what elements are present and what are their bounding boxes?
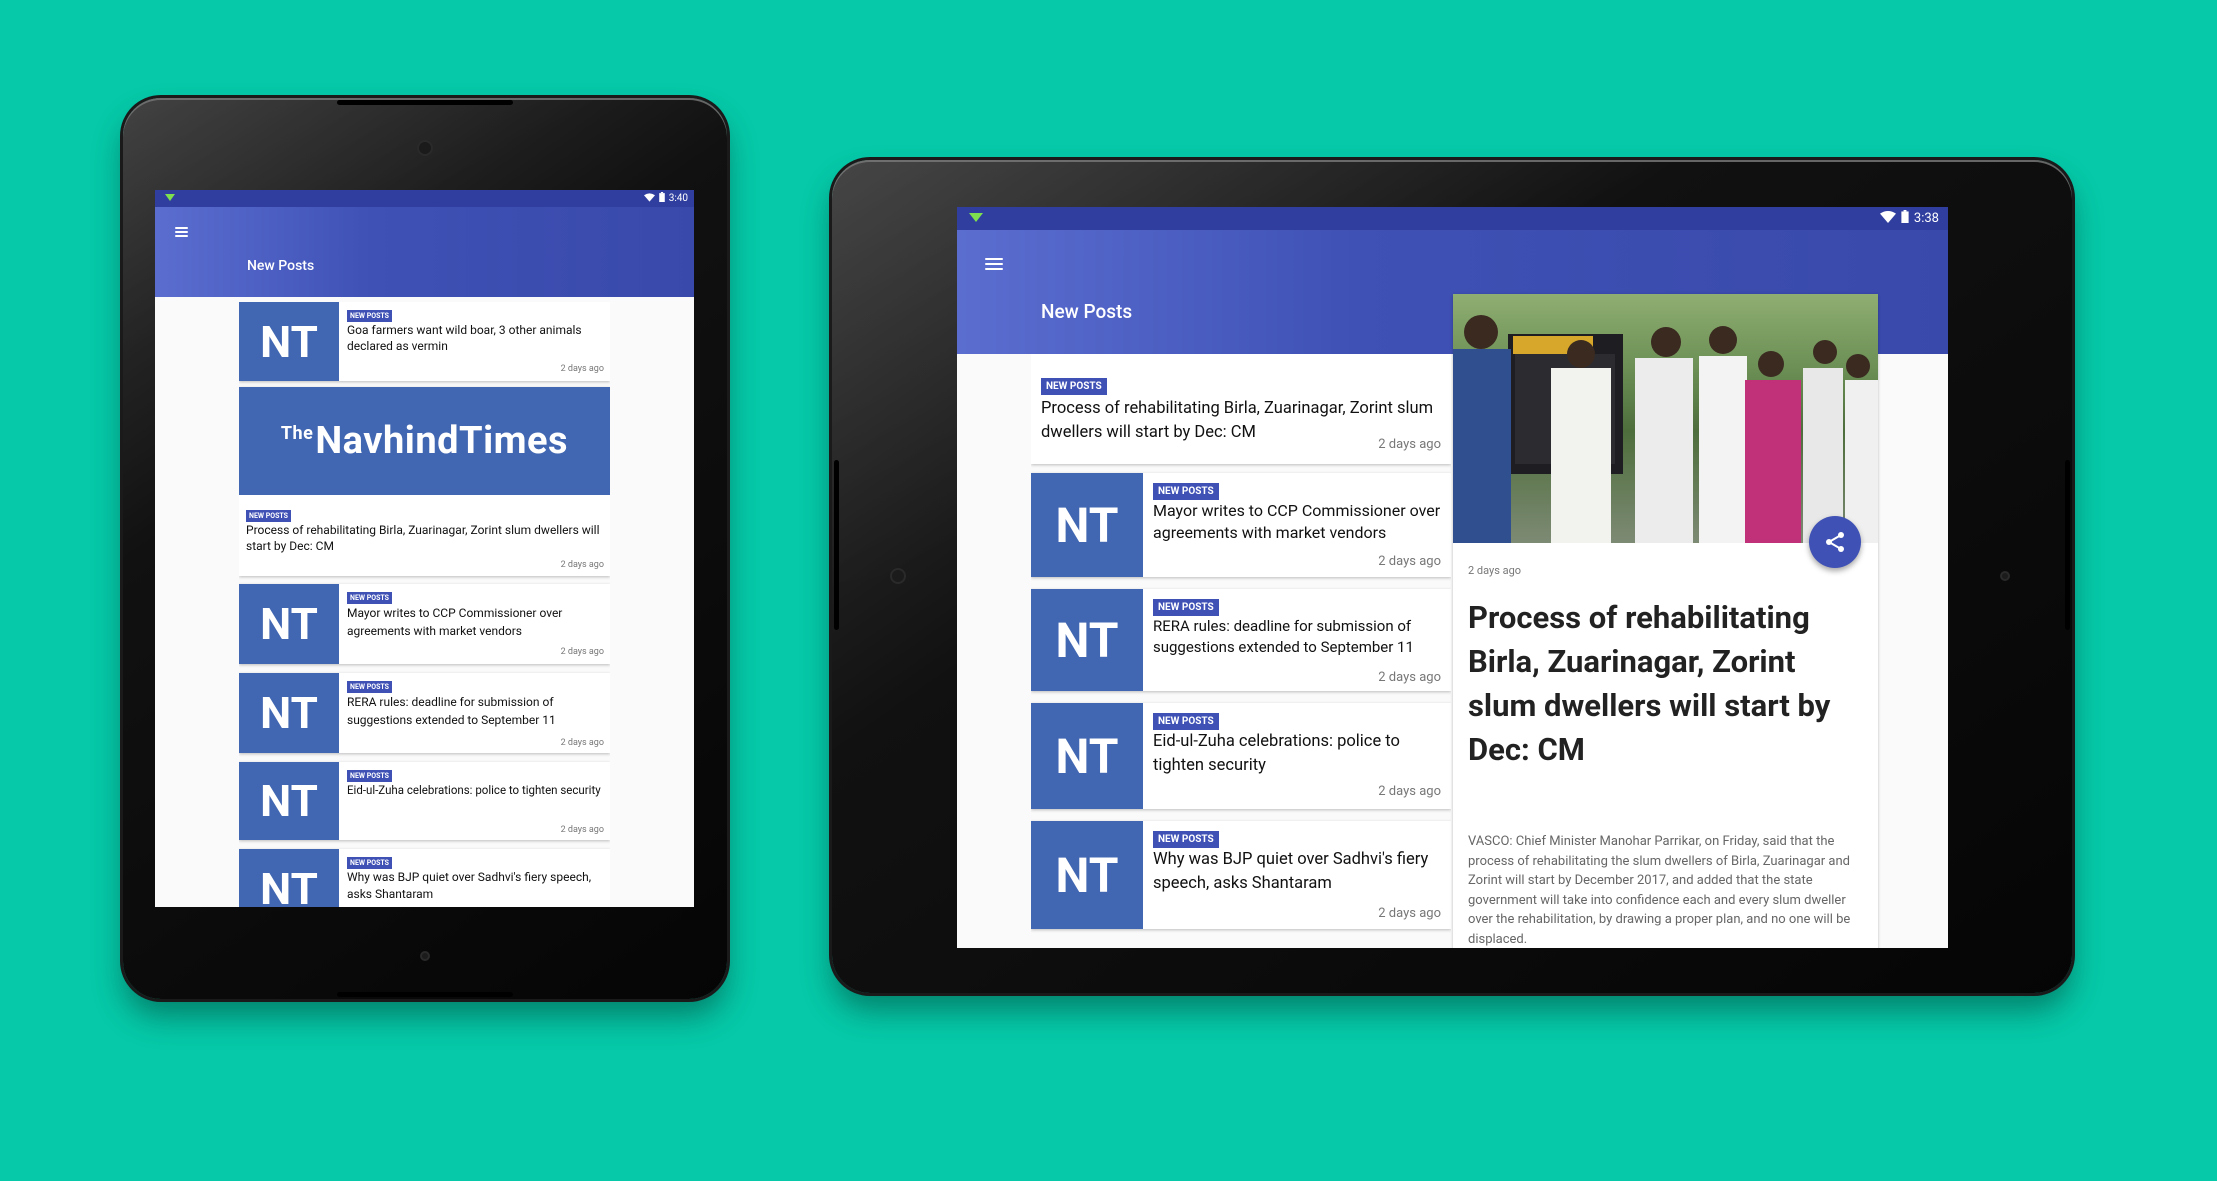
post-badge: NEW POSTS bbox=[1041, 378, 1107, 395]
post-list: NEW POSTS Process of rehabilitating Birl… bbox=[1031, 354, 1451, 948]
nt-logo: NT bbox=[239, 584, 339, 664]
navhind-times-banner: The NavhindTimes bbox=[239, 387, 610, 495]
page-title: New Posts bbox=[247, 258, 315, 274]
signal-icon bbox=[969, 213, 983, 222]
post-time: 2 days ago bbox=[560, 825, 604, 835]
nt-logo: NT bbox=[1031, 821, 1143, 929]
nt-logo: NT bbox=[1031, 589, 1143, 691]
nt-logo: NT bbox=[1031, 473, 1143, 577]
sensor bbox=[2002, 573, 2008, 579]
post-time: 2 days ago bbox=[1378, 784, 1441, 799]
small-tablet: 3:40 New Posts NT NEW POSTS Goa farmers … bbox=[123, 98, 727, 999]
front-camera bbox=[419, 142, 431, 154]
status-bar: 3:40 bbox=[155, 190, 694, 207]
post-headline: Process of rehabilitating Birla, Zuarina… bbox=[246, 523, 600, 553]
article-body: VASCO: Chief Minister Manohar Parrikar, … bbox=[1468, 834, 1851, 947]
post-card[interactable]: NT NEW POSTS Why was BJP quiet over Sadh… bbox=[1031, 821, 1451, 929]
sensor bbox=[422, 953, 428, 959]
post-card[interactable]: NT NEW POSTS Eid-ul-Zuha celebrations: p… bbox=[1031, 703, 1451, 809]
banner-prefix: The bbox=[280, 422, 314, 444]
post-badge: NEW POSTS bbox=[1153, 831, 1219, 848]
speaker bbox=[337, 992, 513, 997]
menu-icon[interactable] bbox=[175, 227, 188, 237]
page-title: New Posts bbox=[1041, 300, 1133, 323]
post-headline: Eid-ul-Zuha celebrations: police to tigh… bbox=[347, 783, 601, 797]
banner-name: NavhindTimes bbox=[315, 419, 569, 463]
photo-people bbox=[1453, 315, 1878, 543]
post-badge: NEW POSTS bbox=[347, 681, 392, 693]
post-headline: Eid-ul-Zuha celebrations: police to tigh… bbox=[1153, 732, 1400, 775]
post-badge: NEW POSTS bbox=[1153, 713, 1219, 730]
post-time: 2 days ago bbox=[1378, 670, 1441, 685]
post-list: NT NEW POSTS Goa farmers want wild boar,… bbox=[239, 302, 610, 907]
post-headline: RERA rules: deadline for submission of s… bbox=[1153, 617, 1414, 656]
nt-logo: NT bbox=[239, 762, 339, 840]
post-card[interactable]: NEW POSTS Process of rehabilitating Birl… bbox=[1031, 354, 1451, 464]
menu-icon[interactable] bbox=[985, 258, 1003, 270]
nt-logo: NT bbox=[239, 673, 339, 753]
post-badge: NEW POSTS bbox=[347, 592, 392, 604]
wifi-icon bbox=[643, 192, 655, 205]
post-headline: Goa farmers want wild boar, 3 other anim… bbox=[347, 323, 582, 353]
post-time: 2 days ago bbox=[560, 647, 604, 657]
nt-logo: NT bbox=[1031, 703, 1143, 809]
front-camera bbox=[892, 570, 904, 582]
status-time: 3:40 bbox=[668, 193, 688, 204]
post-time: 2 days ago bbox=[1378, 554, 1441, 569]
app-bar: New Posts bbox=[155, 207, 694, 297]
nt-logo: NT bbox=[239, 849, 339, 907]
article-detail: 2 days ago Process of rehabilitating Bir… bbox=[1453, 294, 1878, 948]
post-card[interactable]: NT NEW POSTS RERA rules: deadline for su… bbox=[1031, 589, 1451, 691]
battery-icon bbox=[1901, 210, 1909, 227]
article-title: Process of rehabilitating Birla, Zuarina… bbox=[1468, 599, 1831, 768]
post-time: 2 days ago bbox=[1378, 437, 1441, 452]
post-card[interactable]: NT NEW POSTS Goa farmers want wild boar,… bbox=[239, 302, 610, 381]
post-headline: Why was BJP quiet over Sadhvi's fiery sp… bbox=[347, 870, 592, 901]
wifi-icon bbox=[1879, 210, 1896, 227]
small-screen: 3:40 New Posts NT NEW POSTS Goa farmers … bbox=[155, 190, 694, 907]
post-headline: RERA rules: deadline for submission of s… bbox=[347, 695, 556, 727]
article-time: 2 days ago bbox=[1468, 564, 1522, 577]
post-card[interactable]: NT NEW POSTS Mayor writes to CCP Commiss… bbox=[239, 584, 610, 664]
status-bar: 3:38 bbox=[957, 207, 1948, 230]
post-time: 2 days ago bbox=[560, 560, 604, 570]
status-time: 3:38 bbox=[1913, 211, 1939, 226]
post-time: 2 days ago bbox=[560, 738, 604, 748]
post-card[interactable]: NT NEW POSTS Eid-ul-Zuha celebrations: p… bbox=[239, 762, 610, 840]
post-headline: Mayor writes to CCP Commissioner over ag… bbox=[1153, 501, 1441, 542]
signal-icon bbox=[165, 194, 175, 201]
post-headline: Mayor writes to CCP Commissioner over ag… bbox=[347, 606, 563, 638]
nt-logo: NT bbox=[239, 302, 339, 381]
share-button[interactable] bbox=[1809, 516, 1861, 568]
large-screen: 3:38 New Posts NEW POSTS Process of reha… bbox=[957, 207, 1948, 948]
post-time: 2 days ago bbox=[1378, 906, 1441, 921]
battery-icon bbox=[658, 192, 665, 205]
post-card[interactable]: NT NEW POSTS Why was BJP quiet over Sadh… bbox=[239, 849, 610, 907]
post-badge: NEW POSTS bbox=[1153, 599, 1219, 616]
featured-post-card[interactable]: The NavhindTimes NEW POSTS Process of re… bbox=[239, 387, 610, 576]
post-badge: NEW POSTS bbox=[347, 310, 392, 322]
post-card[interactable]: NT NEW POSTS Mayor writes to CCP Commiss… bbox=[1031, 473, 1451, 577]
speaker bbox=[337, 100, 513, 105]
speaker bbox=[2065, 460, 2070, 630]
speaker bbox=[834, 460, 839, 630]
post-time: 2 days ago bbox=[560, 364, 604, 374]
share-icon bbox=[1826, 532, 1844, 552]
post-card[interactable]: NT NEW POSTS RERA rules: deadline for su… bbox=[239, 673, 610, 753]
post-badge: NEW POSTS bbox=[1153, 483, 1219, 500]
post-badge: NEW POSTS bbox=[347, 770, 392, 782]
post-headline: Why was BJP quiet over Sadhvi's fiery sp… bbox=[1153, 850, 1429, 893]
post-badge: NEW POSTS bbox=[246, 510, 291, 522]
large-tablet: 3:38 New Posts NEW POSTS Process of reha… bbox=[832, 160, 2072, 993]
article-photo bbox=[1453, 294, 1878, 543]
post-badge: NEW POSTS bbox=[347, 857, 392, 869]
